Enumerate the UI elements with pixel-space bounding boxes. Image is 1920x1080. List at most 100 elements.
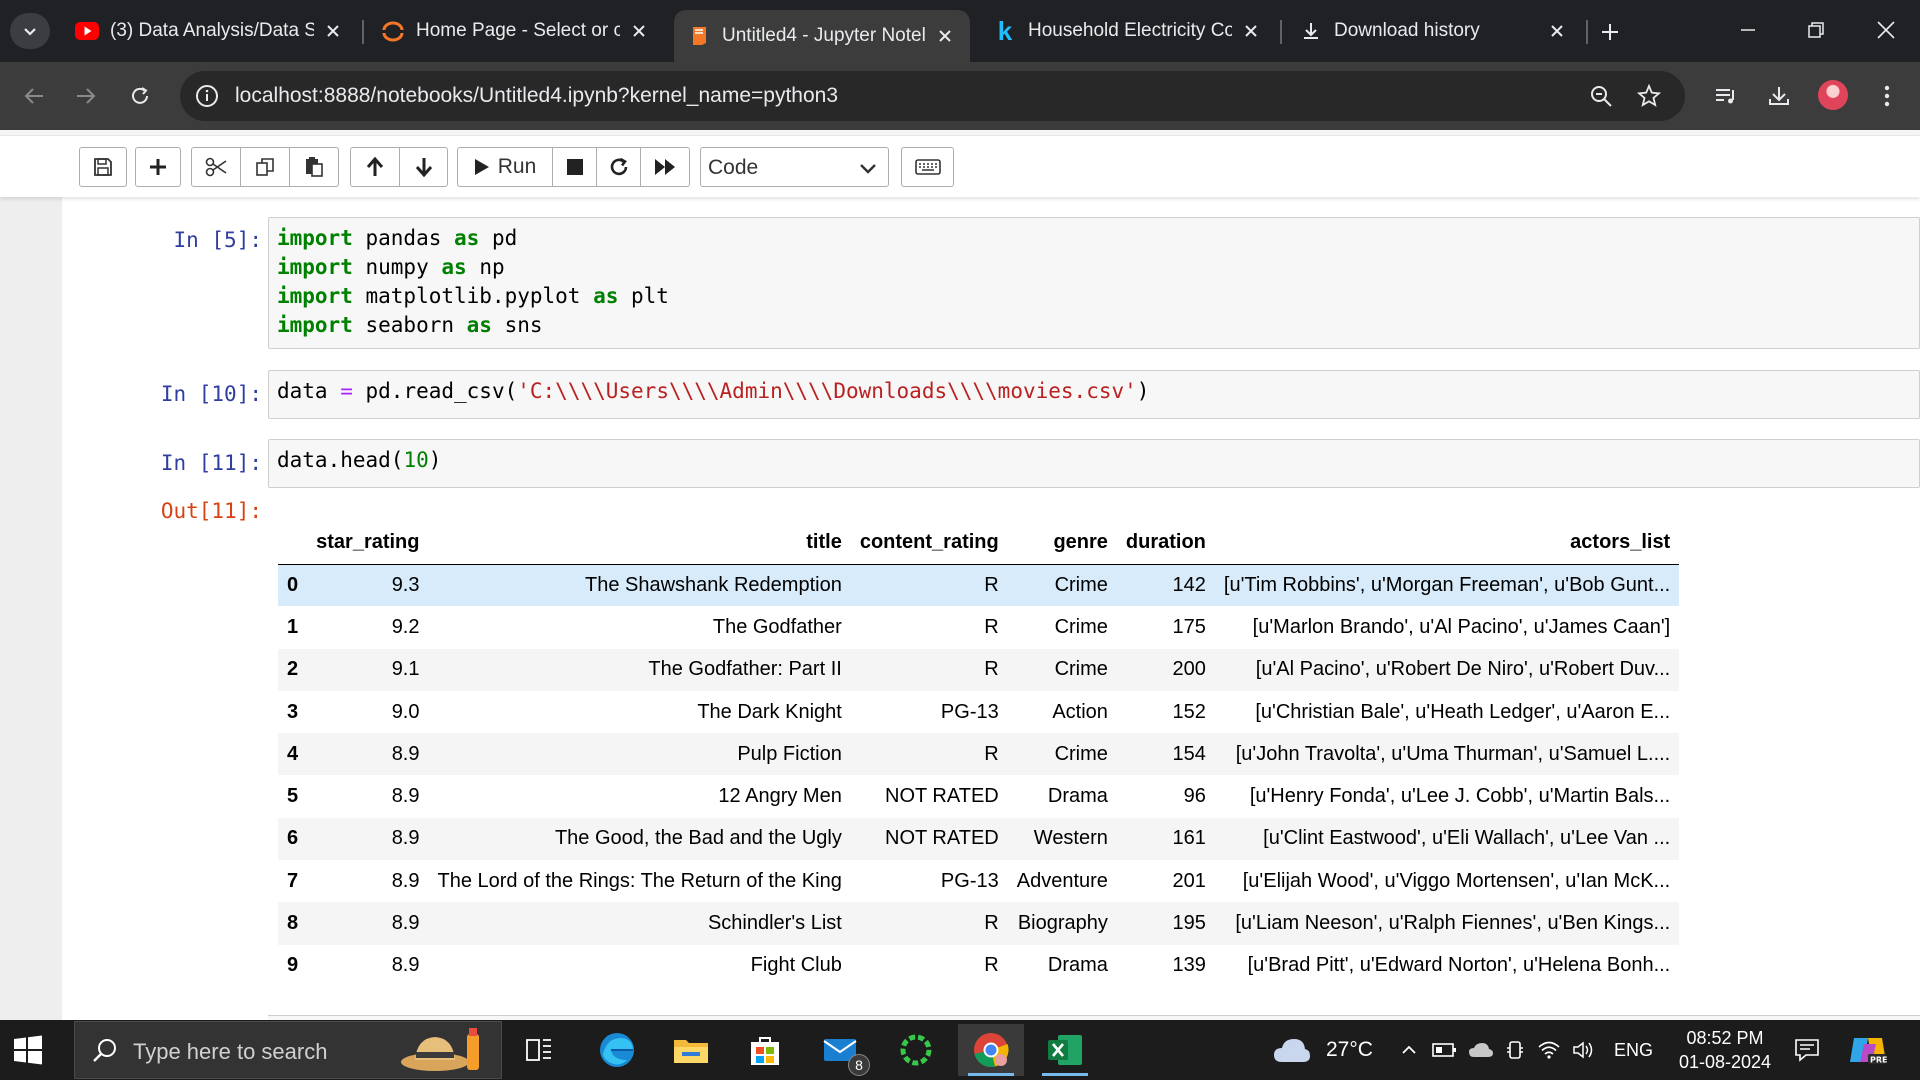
restore-button[interactable] bbox=[1786, 8, 1846, 52]
taskbar-search-box[interactable]: Type here to search bbox=[74, 1021, 502, 1079]
table-cell: Pulp Fiction bbox=[428, 733, 851, 776]
device-icon[interactable] bbox=[1506, 1040, 1524, 1060]
file-explorer-button[interactable] bbox=[658, 1024, 724, 1076]
clock-time: 08:52 PM bbox=[1686, 1028, 1764, 1048]
table-row: 2 9.1 The Godfather: Part II R Crime 200… bbox=[278, 648, 1680, 691]
move-down-button[interactable] bbox=[399, 147, 448, 187]
weather-widget[interactable]: 27°C bbox=[1272, 1020, 1373, 1080]
back-button[interactable] bbox=[14, 76, 54, 116]
reading-list-icon[interactable] bbox=[1708, 79, 1742, 113]
play-icon bbox=[474, 159, 489, 175]
run-button[interactable]: Run bbox=[457, 147, 553, 187]
new-tab-button[interactable] bbox=[1592, 14, 1628, 50]
arrow-right-icon bbox=[77, 88, 96, 104]
arrow-down-icon bbox=[415, 158, 432, 177]
excel-button[interactable] bbox=[1032, 1024, 1098, 1076]
close-window-button[interactable] bbox=[1856, 8, 1916, 52]
table-cell: [u'Brad Pitt', u'Edward Norton', u'Helen… bbox=[1247, 954, 1671, 977]
tab-title: (3) Data Analysis/Data Sc bbox=[110, 20, 314, 41]
onedrive-icon[interactable] bbox=[1468, 1041, 1494, 1059]
url-text[interactable]: localhost:8888/notebooks/Untitled4.ipynb… bbox=[235, 84, 838, 108]
close-tab-icon[interactable] bbox=[932, 23, 958, 49]
forward-button[interactable] bbox=[66, 76, 106, 116]
app-button-green-circle[interactable] bbox=[883, 1024, 949, 1076]
arrow-left-icon bbox=[24, 88, 43, 104]
close-tab-icon[interactable] bbox=[1238, 18, 1264, 44]
table-cell: Crime bbox=[1007, 564, 1117, 607]
close-tab-icon[interactable] bbox=[1544, 18, 1570, 44]
mail-button[interactable]: 8 bbox=[808, 1024, 874, 1076]
windows-start-icon[interactable] bbox=[12, 1034, 44, 1066]
column-header: star_rating bbox=[307, 522, 429, 565]
cell-type-select[interactable]: Code bbox=[700, 147, 889, 187]
copilot-button[interactable]: PRE bbox=[1848, 1020, 1888, 1080]
downloads-icon[interactable] bbox=[1762, 79, 1796, 113]
restart-kernel-button[interactable] bbox=[596, 147, 641, 187]
row-index: 0 bbox=[278, 564, 308, 607]
table-cell: The Shawshank Redemption bbox=[428, 564, 851, 607]
row-index: 6 bbox=[278, 817, 308, 861]
code-line: data = pd.read_csv('C:\\\\Users\\\\Admin… bbox=[277, 379, 1150, 403]
close-tab-icon[interactable] bbox=[320, 18, 346, 44]
kaggle-icon: k bbox=[997, 15, 1013, 46]
speaker-icon[interactable] bbox=[1572, 1040, 1596, 1060]
tab-search-button[interactable] bbox=[10, 13, 50, 49]
table-cell: 8.9 bbox=[307, 902, 429, 945]
command-palette-button[interactable] bbox=[901, 147, 954, 187]
table-cell: R bbox=[850, 733, 1008, 776]
browser-tab[interactable]: Download history bbox=[1286, 10, 1582, 52]
browser-tab[interactable]: Home Page - Select or cr bbox=[368, 10, 664, 52]
notification-center-button[interactable] bbox=[1794, 1020, 1820, 1080]
table-cell: Crime bbox=[1007, 733, 1117, 776]
table-header-row: star_rating title content_rating genre d… bbox=[278, 522, 1680, 565]
dataframe-table: star_rating title content_rating genre d… bbox=[278, 522, 1680, 987]
scissors-icon bbox=[205, 157, 227, 177]
code-cell-imports[interactable]: import pandas as pd import numpy as np imp… bbox=[268, 217, 1920, 349]
notebook-icon bbox=[686, 23, 712, 49]
chrome-button[interactable] bbox=[958, 1024, 1024, 1076]
address-bar[interactable]: localhost:8888/notebooks/Untitled4.ipynb… bbox=[180, 71, 1685, 121]
wifi-icon[interactable] bbox=[1538, 1041, 1560, 1059]
browser-tab[interactable]: k Household Electricity Cor bbox=[980, 10, 1276, 52]
browser-tab[interactable]: (3) Data Analysis/Data Sc bbox=[62, 10, 358, 52]
battery-icon[interactable] bbox=[1432, 1041, 1458, 1059]
reload-button[interactable] bbox=[120, 76, 160, 116]
table-cell: Action bbox=[1052, 700, 1108, 723]
row-index: 8 bbox=[278, 902, 308, 945]
table-cell: [u'Liam Neeson', u'Ralph Fiennes', u'Ben… bbox=[1214, 902, 1680, 945]
minimize-button[interactable] bbox=[1718, 8, 1778, 52]
restart-run-all-button[interactable] bbox=[640, 147, 690, 187]
chevron-up-icon[interactable] bbox=[1400, 1041, 1418, 1059]
browser-tab-active[interactable]: Untitled4 - Jupyter Notel bbox=[674, 10, 970, 62]
bookmark-star-icon[interactable] bbox=[1636, 83, 1662, 109]
table-cell: 175 bbox=[1172, 615, 1206, 638]
paste-button[interactable] bbox=[289, 147, 339, 187]
table-cell: 152 bbox=[1172, 700, 1206, 723]
tab-separator bbox=[1280, 20, 1282, 44]
code-cell-read-csv[interactable]: data = pd.read_csv('C:\\\\Users\\\\Admin… bbox=[268, 370, 1920, 419]
save-button[interactable] bbox=[79, 147, 127, 187]
cell-type-value: Code bbox=[708, 156, 759, 179]
profile-avatar[interactable] bbox=[1818, 80, 1848, 110]
interrupt-kernel-button[interactable] bbox=[552, 147, 597, 187]
close-tab-icon[interactable] bbox=[626, 18, 652, 44]
move-up-button[interactable] bbox=[350, 147, 400, 187]
microsoft-store-button[interactable] bbox=[732, 1024, 798, 1076]
more-menu-icon[interactable] bbox=[1870, 79, 1904, 113]
edge-browser-button[interactable] bbox=[584, 1024, 650, 1076]
task-view-button[interactable] bbox=[506, 1024, 572, 1076]
cut-button[interactable] bbox=[191, 147, 241, 187]
copy-button[interactable] bbox=[240, 147, 290, 187]
code-cell-head[interactable]: data.head(10) bbox=[268, 439, 1920, 488]
table-cell: The Good, the Bad and the Ugly bbox=[428, 817, 851, 861]
system-clock[interactable]: 08:52 PM 01-08-2024 bbox=[1665, 1026, 1785, 1074]
save-icon bbox=[94, 158, 112, 176]
plus-icon bbox=[1602, 24, 1618, 40]
input-language[interactable]: ENG bbox=[1614, 1040, 1653, 1061]
zoom-icon[interactable] bbox=[1588, 83, 1614, 109]
info-icon[interactable] bbox=[194, 83, 220, 109]
keyboard-icon bbox=[914, 159, 941, 175]
insert-cell-button[interactable] bbox=[135, 147, 181, 187]
table-cell: [u'John Travolta', u'Uma Thurman', u'Sam… bbox=[1214, 733, 1680, 776]
table-row: 6 8.9 The Good, the Bad and the Ugly NOT… bbox=[278, 817, 1680, 861]
